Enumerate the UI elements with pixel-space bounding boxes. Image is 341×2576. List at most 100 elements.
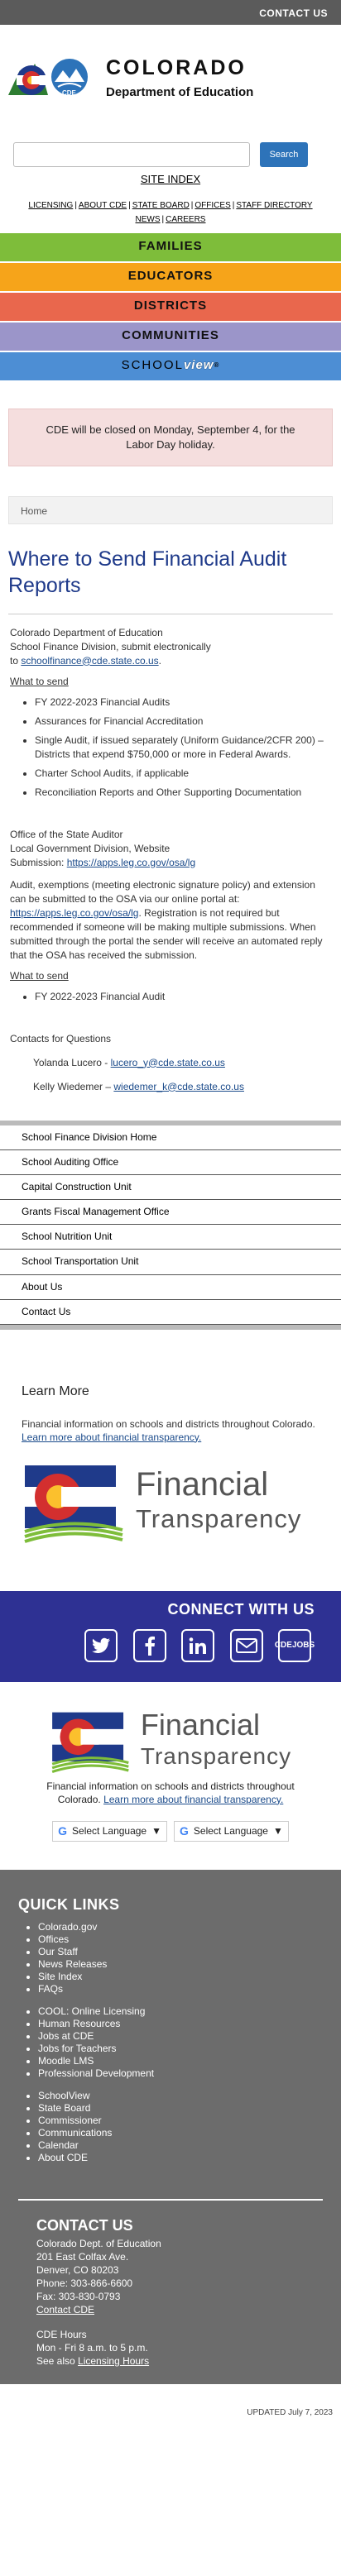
jobs-line-a: CDE (274, 1640, 292, 1650)
linkedin-icon[interactable] (181, 1628, 214, 1662)
audience-educators-button[interactable]: EDUCATORS (0, 260, 341, 291)
quick-link[interactable]: Colorado.gov (38, 1921, 97, 1933)
util-link-offices[interactable]: OFFICES (195, 201, 230, 210)
util-link-news[interactable]: NEWS (136, 215, 161, 224)
school-finance-email-link[interactable]: schoolfinance@cde.state.co.us (21, 655, 158, 667)
util-link-careers[interactable]: CAREERS (166, 215, 205, 224)
quick-link[interactable]: Site Index (38, 1971, 82, 1982)
divider: | (232, 200, 235, 210)
quick-link[interactable]: Communications (38, 2127, 112, 2139)
audience-schoolview-button[interactable]: SCHOOL view ® (0, 350, 341, 380)
quick-link[interactable]: FAQs (38, 1983, 63, 1995)
updated-date: UPDATED July 7, 2023 (247, 2407, 333, 2417)
section-nav-item[interactable]: School Finance Division Home (0, 1126, 341, 1150)
section-nav-item[interactable]: About Us (0, 1275, 341, 1300)
section2-body-a: Audit, exemptions (meeting electronic si… (10, 878, 315, 905)
google-icon: G (58, 1823, 68, 1838)
footer-ft-link[interactable]: Learn more about financial transparency. (103, 1794, 283, 1805)
section-nav-item[interactable]: School Auditing Office (0, 1150, 341, 1175)
quick-link[interactable]: Offices (38, 1933, 69, 1945)
language-select-label: Select Language (193, 1824, 268, 1837)
audience-nav: FAMILIES EDUCATORS DISTRICTS COMMUNITIES… (0, 231, 341, 380)
contact-person: Kelly Wiedemer – wiedemer_k@cde.state.co… (10, 1080, 331, 1094)
financial-transparency-logo[interactable]: Financial Transparency (22, 1459, 319, 1545)
quick-link[interactable]: Our Staff (38, 1946, 78, 1957)
email-icon[interactable] (229, 1628, 263, 1662)
quick-link[interactable]: News Releases (38, 1958, 107, 1970)
section1-org: Colorado Department of Education (10, 626, 163, 638)
quick-link[interactable]: Jobs for Teachers (38, 2043, 117, 2054)
learn-more-link[interactable]: Learn more about financial transparency. (22, 1431, 201, 1443)
osa-portal-link[interactable]: https://apps.leg.co.gov/osa/lg (10, 907, 138, 919)
list-item: COOL: Online Licensing (38, 2005, 323, 2018)
licensing-hours-link[interactable]: Licensing Hours (78, 2355, 149, 2367)
audience-families-button[interactable]: FAMILIES (0, 231, 341, 261)
util-link-staff-directory[interactable]: STAFF DIRECTORY (236, 201, 312, 210)
chevron-down-icon: ▼ (272, 1824, 283, 1837)
learn-more-body: Financial information on schools and dis… (22, 1417, 315, 1430)
address-line: Phone: 303-866-6600 (36, 2277, 133, 2289)
quick-links-group-3: SchoolView State Board Commissioner Comm… (38, 2090, 323, 2164)
language-select-label: Select Language (72, 1824, 147, 1837)
divider: | (190, 200, 194, 210)
quick-link[interactable]: COOL: Online Licensing (38, 2005, 145, 2017)
osa-submission-link[interactable]: https://apps.leg.co.gov/osa/lg (67, 857, 195, 868)
contact-cde-link[interactable]: Contact CDE (36, 2304, 94, 2316)
facebook-icon[interactable] (132, 1628, 166, 1662)
search-button[interactable]: Search (260, 142, 308, 167)
quick-link[interactable]: SchoolView (38, 2090, 89, 2101)
util-link-state-board[interactable]: STATE BOARD (132, 201, 190, 210)
list-item: Calendar (38, 2139, 323, 2152)
contact-email-link[interactable]: wiedemer_k@cde.state.co.us (113, 1081, 244, 1092)
quick-link[interactable]: Moodle LMS (38, 2055, 94, 2067)
section-nav-item[interactable]: Contact Us (0, 1300, 341, 1326)
util-link-about-cde[interactable]: ABOUT CDE (79, 201, 127, 210)
section-nav-item[interactable]: Grants Fiscal Management Office (0, 1200, 341, 1226)
header-logo[interactable]: CDE COLORADO Department of Education (0, 25, 341, 116)
quick-link[interactable]: Professional Development (38, 2067, 154, 2079)
audience-districts-button[interactable]: DISTRICTS (0, 290, 341, 321)
twitter-icon[interactable] (84, 1628, 118, 1662)
colorado-flag-icon (51, 1712, 129, 1773)
search-bar: Search (0, 142, 341, 167)
section2-what-to-send: What to send (10, 969, 69, 982)
footer-contact: CONTACT US Colorado Dept. of Education 2… (18, 2218, 323, 2368)
financial-transparency-logo-2[interactable]: Financial Transparency (0, 1707, 341, 1775)
site-index-link[interactable]: SITE INDEX (141, 173, 200, 185)
schoolview-label-b: view (183, 358, 214, 373)
section-nav-item[interactable]: School Nutrition Unit (0, 1225, 341, 1250)
audience-communities-button[interactable]: COMMUNITIES (0, 320, 341, 351)
list-item: Offices (38, 1933, 323, 1946)
site-footer: QUICK LINKS Colorado.gov Offices Our Sta… (0, 1869, 341, 2384)
list-item: News Releases (38, 1958, 323, 1971)
language-select[interactable]: G Select Language ▼ (174, 1820, 289, 1842)
search-input[interactable] (13, 142, 250, 167)
list-item: Charter School Audits, if applicable (35, 767, 331, 781)
contact-name: Kelly Wiedemer – (33, 1080, 114, 1092)
list-item: Colorado.gov (38, 1921, 323, 1933)
list-item: Professional Development (38, 2067, 323, 2080)
language-selectors: G Select Language ▼ G Select Language ▼ (0, 1820, 341, 1842)
list-item: About CDE (38, 2152, 323, 2164)
quick-link[interactable]: About CDE (38, 2152, 88, 2163)
cde-jobs-icon[interactable]: CDE JOBS (274, 1628, 315, 1662)
google-icon: G (180, 1823, 189, 1838)
contact-email-link[interactable]: lucero_y@cde.state.co.us (111, 1057, 225, 1068)
list-item: Moodle LMS (38, 2055, 323, 2067)
breadcrumb: Home (8, 495, 333, 524)
quick-link[interactable]: Jobs at CDE (38, 2030, 94, 2042)
util-link-licensing[interactable]: LICENSING (28, 201, 73, 210)
quick-link[interactable]: Commissioner (38, 2115, 102, 2126)
ft-word-b: Transparency (136, 1503, 302, 1533)
section-nav-item[interactable]: School Transportation Unit (0, 1250, 341, 1275)
quick-link[interactable]: Calendar (38, 2139, 79, 2151)
address-line: Colorado Dept. of Education (36, 2237, 161, 2249)
language-select[interactable]: G Select Language ▼ (52, 1820, 167, 1842)
section-nav-item[interactable]: Capital Construction Unit (0, 1175, 341, 1201)
cde-hours-title: CDE Hours (36, 2328, 87, 2340)
quick-link[interactable]: State Board (38, 2102, 90, 2114)
quick-link[interactable]: Human Resources (38, 2018, 120, 2029)
contact-us-link[interactable]: CONTACT US (259, 7, 328, 19)
breadcrumb-home[interactable]: Home (21, 505, 47, 517)
